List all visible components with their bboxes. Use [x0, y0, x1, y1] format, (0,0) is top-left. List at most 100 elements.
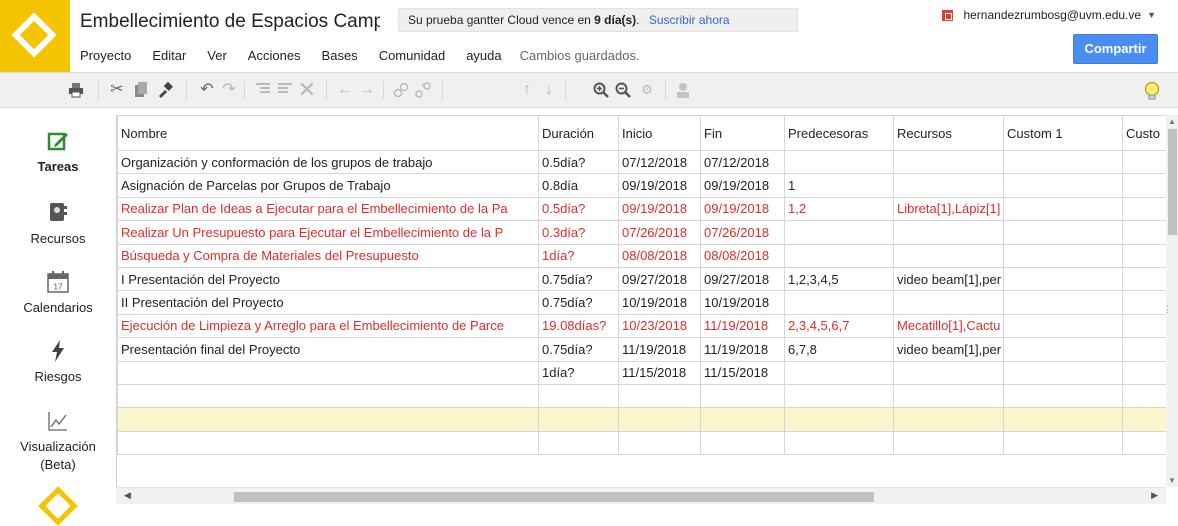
cell-custom2[interactable]	[1122, 407, 1166, 432]
table-row[interactable]: II Presentación del Proyecto 0.75día? 10/1…	[117, 290, 1166, 315]
cell-duracion[interactable]: 0.5día?	[538, 149, 619, 175]
cell-custom2[interactable]	[1122, 313, 1166, 339]
cell-inicio[interactable]: 07/26/2018	[618, 220, 701, 245]
cell-predecesoras[interactable]	[784, 220, 894, 245]
table-row[interactable]: Búsqueda y Compra de Materiales del Pres…	[117, 243, 1166, 268]
horizontal-scrollbar[interactable]: ◀ ▶	[116, 487, 1166, 504]
cell-custom1[interactable]	[1003, 220, 1123, 245]
cell-duracion[interactable]: 19.08días?	[538, 313, 619, 339]
cell-predecesoras[interactable]	[784, 243, 894, 268]
cell-recursos[interactable]: video beam[1],per	[893, 266, 1004, 292]
cell-fin[interactable]: 07/26/2018	[700, 220, 785, 245]
cell-fin[interactable]: 11/19/2018	[700, 313, 785, 339]
menu-editar[interactable]: Editar	[152, 48, 186, 63]
sidebar-item-recursos[interactable]: Recursos	[0, 202, 116, 248]
outdent-icon[interactable]	[274, 79, 296, 101]
cell-recursos[interactable]: Libreta[1],Lápiz[1]	[893, 196, 1004, 222]
project-title[interactable]: Embellecimiento de Espacios Campestres	[80, 11, 380, 33]
cell-inicio[interactable]: 09/19/2018	[618, 173, 701, 198]
undo-icon[interactable]: ↶	[196, 79, 218, 101]
cell-custom1[interactable]	[1003, 383, 1123, 409]
cell-inicio[interactable]: 09/19/2018	[618, 196, 701, 222]
cell-custom2[interactable]	[1122, 173, 1166, 198]
cell-duracion[interactable]: 0.5día?	[538, 196, 619, 222]
cell-fin[interactable]: 11/15/2018	[700, 360, 785, 385]
resize-grip-icon[interactable]: ⋮	[1163, 304, 1172, 315]
cell-custom1[interactable]	[1003, 266, 1123, 292]
col-header-recursos[interactable]: Recursos	[893, 115, 1004, 151]
col-header-inicio[interactable]: Inicio	[618, 115, 701, 151]
cell-inicio[interactable]: 10/23/2018	[618, 313, 701, 339]
cell-inicio[interactable]: 07/12/2018	[618, 149, 701, 175]
menu-proyecto[interactable]: Proyecto	[80, 48, 131, 63]
cell-custom2[interactable]	[1122, 220, 1166, 245]
copy-icon[interactable]	[130, 79, 152, 101]
menu-ver[interactable]: Ver	[207, 48, 227, 63]
table-row[interactable]: Asignación de Parcelas por Grupos de Tra…	[117, 173, 1166, 198]
cell-custom1[interactable]	[1003, 360, 1123, 385]
cell-duracion[interactable]: 0.75día?	[538, 266, 619, 292]
cell-custom1[interactable]	[1003, 173, 1123, 198]
up-arrow-icon[interactable]: ↑	[516, 79, 538, 101]
cell-nombre[interactable]	[117, 407, 539, 432]
cell-recursos[interactable]	[893, 383, 1004, 409]
cell-fin[interactable]	[700, 430, 785, 456]
cell-inicio[interactable]	[618, 407, 701, 432]
cell-custom2[interactable]	[1122, 383, 1166, 409]
cell-predecesoras[interactable]	[784, 430, 894, 456]
col-header-fin[interactable]: Fin	[700, 115, 785, 151]
indent-icon[interactable]	[252, 79, 274, 101]
horizontal-scroll-thumb[interactable]	[234, 492, 874, 502]
table-row[interactable]: I Presentación del Proyecto 0.75día? 09/27…	[117, 266, 1166, 292]
menu-bases[interactable]: Bases	[322, 48, 358, 63]
zoom-out-icon[interactable]	[612, 79, 634, 101]
sidebar-item-tareas[interactable]: Tareas	[0, 130, 116, 176]
user-icon[interactable]	[672, 79, 694, 101]
cell-recursos[interactable]	[893, 290, 1004, 315]
cell-inicio[interactable]: 09/27/2018	[618, 266, 701, 292]
cell-recursos[interactable]	[893, 430, 1004, 456]
sidebar-item-visualizacion[interactable]: Visualización (Beta)	[0, 410, 116, 474]
link-icon[interactable]	[390, 79, 412, 101]
scroll-left-icon[interactable]: ◀	[124, 490, 131, 501]
cell-custom1[interactable]	[1003, 430, 1123, 456]
table-row[interactable]	[117, 383, 1166, 409]
gantter-logo[interactable]	[0, 0, 70, 72]
cell-fin[interactable]: 09/27/2018	[700, 266, 785, 292]
cell-duracion[interactable]	[538, 407, 619, 432]
subscribe-link[interactable]: Suscribir ahora	[649, 13, 730, 27]
menu-ayuda[interactable]: ayuda	[466, 48, 501, 63]
cell-nombre[interactable]	[117, 383, 539, 409]
cell-recursos[interactable]: video beam[1],per	[893, 337, 1004, 362]
vertical-scrollbar[interactable]: ▲ ▼	[1166, 115, 1178, 487]
cell-nombre[interactable]: II Presentación del Proyecto	[117, 290, 539, 315]
cell-custom1[interactable]	[1003, 407, 1123, 432]
cell-predecesoras[interactable]: 6,7,8	[784, 337, 894, 362]
cell-inicio[interactable]	[618, 383, 701, 409]
cell-custom2[interactable]	[1122, 196, 1166, 222]
delete-icon[interactable]: ✕	[296, 79, 318, 101]
cell-fin[interactable]	[700, 407, 785, 432]
scroll-right-icon[interactable]: ▶	[1151, 490, 1158, 501]
cell-duracion[interactable]	[538, 383, 619, 409]
cell-nombre[interactable]: Realizar Plan de Ideas a Ejecutar para e…	[117, 196, 539, 222]
menu-acciones[interactable]: Acciones	[248, 48, 301, 63]
col-header-custom1[interactable]: Custom 1	[1003, 115, 1123, 151]
cell-inicio[interactable]	[618, 430, 701, 456]
cell-fin[interactable]: 07/12/2018	[700, 149, 785, 175]
cell-predecesoras[interactable]: 2,3,4,5,6,7	[784, 313, 894, 339]
cell-duracion[interactable]: 0.8día	[538, 173, 619, 198]
cell-custom1[interactable]	[1003, 337, 1123, 362]
cell-custom2[interactable]	[1122, 290, 1166, 315]
cell-custom1[interactable]	[1003, 196, 1123, 222]
cell-recursos[interactable]	[893, 243, 1004, 268]
cell-custom1[interactable]	[1003, 243, 1123, 268]
cell-custom2[interactable]	[1122, 243, 1166, 268]
table-row[interactable]	[117, 430, 1166, 456]
cell-predecesoras[interactable]: 1	[784, 173, 894, 198]
cell-custom1[interactable]	[1003, 313, 1123, 339]
col-header-duracion[interactable]: Duración	[538, 115, 619, 151]
cell-predecesoras[interactable]	[784, 383, 894, 409]
cell-fin[interactable]	[700, 383, 785, 409]
cell-nombre[interactable]: Organización y conformación de los grupo…	[117, 149, 539, 175]
